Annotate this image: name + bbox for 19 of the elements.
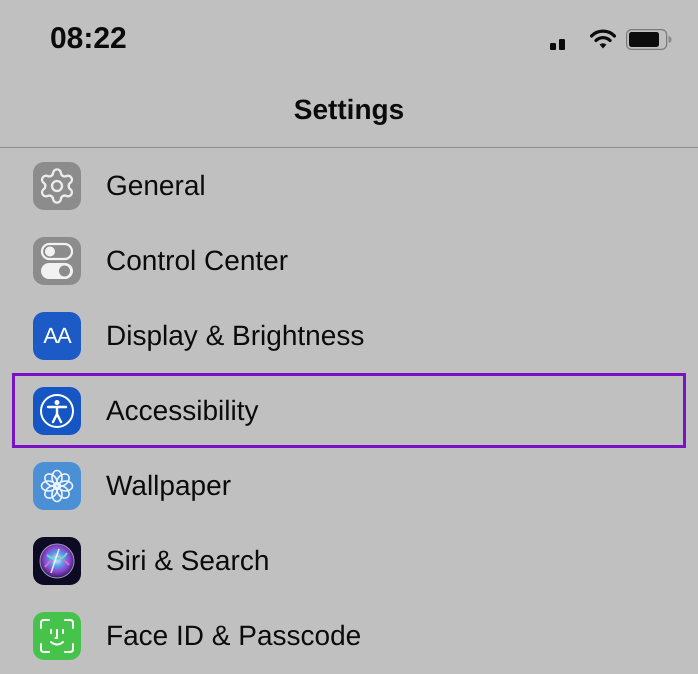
status-time: 08:22 <box>50 24 127 54</box>
toggles-icon <box>33 236 81 284</box>
settings-row[interactable]: Siri & Search <box>12 523 686 598</box>
settings-row[interactable]: AA Display & Brightness <box>12 298 686 373</box>
battery-icon <box>626 28 672 50</box>
signal-icon <box>550 38 566 50</box>
settings-row[interactable]: General <box>12 148 686 223</box>
page-title: Settings <box>294 94 404 126</box>
gear-icon <box>33 162 81 210</box>
settings-row[interactable]: Wallpaper <box>12 448 686 523</box>
text-size-icon: AA <box>33 312 81 360</box>
orb-icon <box>33 536 81 584</box>
flower-icon <box>33 462 81 510</box>
face-scan-icon <box>33 612 81 660</box>
accessibility-icon <box>33 386 81 434</box>
settings-row[interactable]: Accessibility <box>12 373 686 448</box>
settings-row[interactable]: Control Center <box>12 223 686 298</box>
settings-row[interactable]: Face ID & Passcode <box>12 598 686 673</box>
wifi-icon <box>590 29 616 49</box>
